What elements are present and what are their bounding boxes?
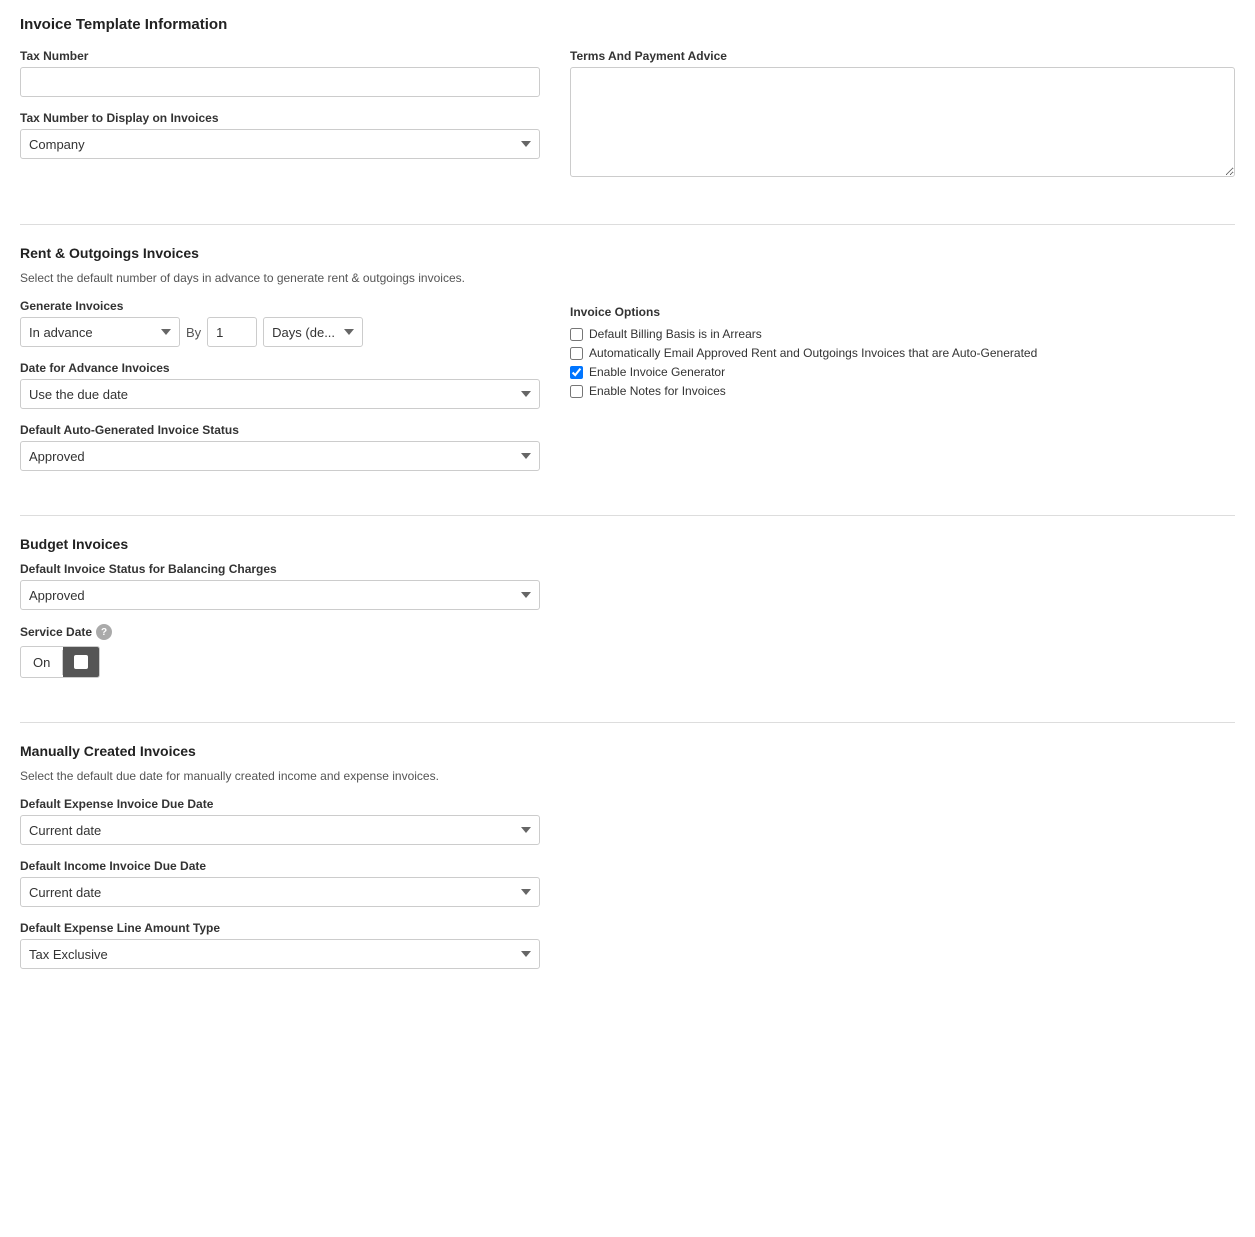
divider-2 [20,515,1235,516]
date-advance-field: Date for Advance Invoices Use the due da… [20,361,540,409]
rent-outgoings-title: Rent & Outgoings Invoices [20,245,1235,261]
divider-3 [20,722,1235,723]
generate-invoices-label: Generate Invoices [20,299,540,313]
checkbox-billing-label[interactable]: Default Billing Basis is in Arrears [589,327,762,341]
days-select[interactable]: Days (de... Weeks Months [263,317,363,347]
invoice-template-section: Invoice Template Information Tax Number … [20,16,1235,214]
right-column: Terms And Payment Advice [570,49,1235,194]
budget-invoices-title: Budget Invoices [20,536,1235,552]
invoice-template-title: Invoice Template Information [20,16,1235,33]
tax-number-display-label: Tax Number to Display on Invoices [20,111,540,125]
expense-due-date-select[interactable]: Current date Invoice date Custom [20,815,540,845]
manually-created-section: Manually Created Invoices Select the def… [20,743,1235,1003]
service-date-toggle[interactable]: On [20,646,100,678]
budget-invoices-section: Budget Invoices Default Invoice Status f… [20,536,1235,712]
rent-right-col: Invoice Options Default Billing Basis is… [570,299,1235,485]
service-date-label: Service Date [20,625,92,639]
income-due-date-field: Default Income Invoice Due Date Current … [20,859,1235,907]
manually-created-description: Select the default due date for manually… [20,769,1235,783]
date-advance-select[interactable]: Use the due date Use the start date Use … [20,379,540,409]
generate-invoices-select[interactable]: In advance In arrears [20,317,180,347]
generate-row: In advance In arrears By Days (de... Wee… [20,317,540,347]
left-column: Tax Number Tax Number to Display on Invo… [20,49,540,194]
service-date-field: Service Date ? On [20,624,1235,678]
rent-outgoings-description: Select the default number of days in adv… [20,271,1235,285]
rent-left-col: Generate Invoices In advance In arrears … [20,299,540,485]
tax-number-label: Tax Number [20,49,540,63]
budget-status-label: Default Invoice Status for Balancing Cha… [20,562,1235,576]
checkbox-billing[interactable] [570,328,583,341]
generate-invoices-field: Generate Invoices In advance In arrears … [20,299,540,347]
toggle-switch[interactable] [63,647,99,677]
terms-field: Terms And Payment Advice [570,49,1235,180]
terms-textarea[interactable] [570,67,1235,177]
checkbox-generator-label[interactable]: Enable Invoice Generator [589,365,725,379]
checkbox-notes-label[interactable]: Enable Notes for Invoices [589,384,726,398]
default-status-label: Default Auto-Generated Invoice Status [20,423,540,437]
expense-due-date-field: Default Expense Invoice Due Date Current… [20,797,1235,845]
expense-line-amount-label: Default Expense Line Amount Type [20,921,1235,935]
tax-number-field: Tax Number [20,49,540,97]
expense-line-amount-field: Default Expense Line Amount Type Tax Exc… [20,921,1235,969]
invoice-options: Invoice Options Default Billing Basis is… [570,305,1235,398]
toggle-on-label: On [21,650,63,675]
by-label: By [186,325,201,340]
income-due-date-select[interactable]: Current date Invoice date Custom [20,877,540,907]
tax-number-display-select[interactable]: Company Individual None [20,129,540,159]
date-advance-label: Date for Advance Invoices [20,361,540,375]
checkbox-auto-email-label[interactable]: Automatically Email Approved Rent and Ou… [589,346,1037,360]
tax-number-display-field: Tax Number to Display on Invoices Compan… [20,111,540,159]
manually-created-title: Manually Created Invoices [20,743,1235,759]
checkbox-notes-row: Enable Notes for Invoices [570,384,1235,398]
days-number-input[interactable] [207,317,257,347]
checkbox-generator[interactable] [570,366,583,379]
checkbox-auto-email[interactable] [570,347,583,360]
default-status-field: Default Auto-Generated Invoice Status Ap… [20,423,540,471]
divider-1 [20,224,1235,225]
checkbox-auto-email-row: Automatically Email Approved Rent and Ou… [570,346,1235,360]
service-date-help-icon[interactable]: ? [96,624,112,640]
budget-status-select[interactable]: Approved Draft Pending [20,580,540,610]
expense-due-date-label: Default Expense Invoice Due Date [20,797,1235,811]
service-date-label-row: Service Date ? [20,624,1235,640]
tax-number-input[interactable] [20,67,540,97]
invoice-options-title: Invoice Options [570,305,1235,319]
checkbox-billing-row: Default Billing Basis is in Arrears [570,327,1235,341]
income-due-date-label: Default Income Invoice Due Date [20,859,1235,873]
checkbox-generator-row: Enable Invoice Generator [570,365,1235,379]
rent-outgoings-section: Rent & Outgoings Invoices Select the def… [20,245,1235,505]
default-status-select[interactable]: Approved Draft Pending [20,441,540,471]
terms-label: Terms And Payment Advice [570,49,1235,63]
budget-status-field: Default Invoice Status for Balancing Cha… [20,562,1235,610]
expense-line-amount-select[interactable]: Tax Exclusive Tax Inclusive No Tax [20,939,540,969]
checkbox-notes[interactable] [570,385,583,398]
